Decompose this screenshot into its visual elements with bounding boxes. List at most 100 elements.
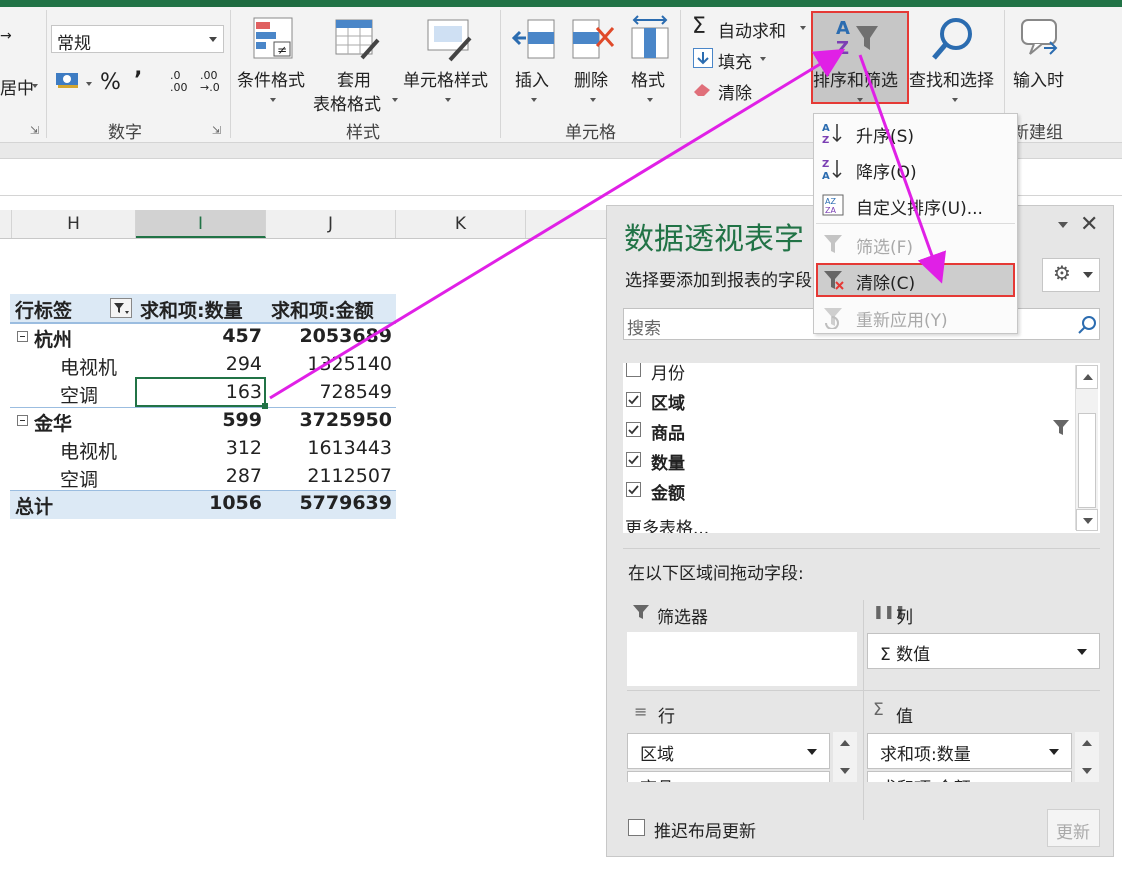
table-format-button-line2[interactable]: 表格格式 [313,90,381,115]
collapse-toggle-icon[interactable] [17,331,28,342]
pivot-amt-cell[interactable]: 3725950 [272,409,392,431]
field-checkbox[interactable] [626,422,641,437]
selected-cell-border[interactable] [135,377,266,407]
columns-item-values[interactable]: Σ 数值 [867,633,1100,669]
insert-button[interactable]: 插入 [515,66,549,91]
more-tables-link[interactable]: 更多表格... [625,514,709,533]
column-header-k[interactable]: K [396,210,526,238]
partial-wrap-icon[interactable]: → [0,28,12,44]
currency-format-icon[interactable] [55,70,81,88]
conditional-format-icon[interactable]: ≠ [252,16,294,66]
rows-item-product[interactable]: 商品 [627,771,830,782]
pivot-amt-cell[interactable]: 1325140 [272,353,392,375]
rows-scrollbar[interactable] [833,732,857,782]
clear-filter-icon [824,271,844,290]
menu-item-custom-sort[interactable]: AZ ZA 自定义排序(U)... [814,188,1017,222]
pivot-qty-cell[interactable]: 457 [142,325,262,347]
column-header-j[interactable]: J [266,210,396,238]
dialog-launcher-icon[interactable]: ⇲ [30,124,39,137]
panel-options-chevron-icon[interactable] [1058,222,1068,228]
table-format-icon[interactable] [334,18,380,66]
field-label[interactable]: 区域 [651,389,685,414]
pivot-qty-cell[interactable]: 287 [142,465,262,487]
column-header-row: H I J K [0,210,606,239]
chevron-down-icon[interactable] [1049,749,1059,755]
pivot-amt-cell[interactable]: 1613443 [272,437,392,459]
decrease-decimal-button[interactable]: .00 →.0 [200,70,226,94]
field-label[interactable]: 数量 [651,449,685,474]
pivot-group-label[interactable]: 杭州 [34,325,72,352]
comma-style-button[interactable]: ’ [134,68,142,93]
filter-drop-zone[interactable] [627,632,857,686]
input-time-button[interactable]: 输入时 [1013,66,1064,91]
scroll-thumb[interactable] [1078,413,1096,508]
chevron-down-icon [952,98,958,102]
table-format-button[interactable]: 套用 [337,66,371,91]
row-label-filter-icon[interactable] [110,298,132,318]
format-button[interactable]: 格式 [631,66,665,91]
search-icon[interactable] [1076,314,1098,336]
panel-settings-button[interactable]: ⚙ [1042,258,1100,292]
format-cells-icon[interactable] [628,14,672,66]
values-item-qty[interactable]: 求和项:数量 [867,733,1072,769]
conditional-format-button[interactable]: 条件格式 [237,66,305,91]
close-icon[interactable]: ✕ [1080,212,1098,237]
chevron-down-icon [86,82,92,86]
chevron-down-icon [800,26,806,30]
pivot-item-label[interactable]: 空调 [60,465,98,492]
sort-filter-button[interactable]: 排序和筛选 [813,66,898,91]
values-item-amt[interactable]: 求和项:金额 [867,771,1072,782]
values-scrollbar[interactable] [1075,732,1099,782]
field-label[interactable]: 月份 [651,363,685,384]
pivot-amt-cell[interactable]: 2053689 [272,325,392,347]
group-divider [680,10,681,138]
pivot-qty-cell[interactable]: 599 [142,409,262,431]
partial-merge-center-button[interactable]: 居中 [0,74,34,99]
menu-item-sort-ascending[interactable]: AZ 升序(S) [814,116,1017,150]
pivot-group-label[interactable]: 金华 [34,409,72,436]
field-checkbox[interactable] [626,363,641,377]
chevron-down-icon[interactable] [807,749,817,755]
field-label[interactable]: 商品 [651,419,685,444]
pivot-group-divider [10,407,396,408]
fill-handle[interactable] [262,403,268,409]
delete-cells-icon[interactable] [571,16,617,66]
clear-button[interactable]: 清除 [718,79,752,104]
increase-decimal-button[interactable]: .0 .00 [170,70,196,94]
collapse-toggle-icon[interactable] [17,415,28,426]
update-button[interactable]: 更新 [1047,809,1100,847]
menu-item-sort-descending[interactable]: ZA 降序(O) [814,152,1017,186]
field-label[interactable]: 金额 [651,479,685,504]
fill-button[interactable]: 填充 [718,48,752,73]
rows-item-region[interactable]: 区域 [627,733,830,769]
number-format-combo[interactable]: 常规 [51,25,224,54]
cell-style-icon[interactable] [426,18,472,66]
menu-item-clear[interactable]: 清除(C) [816,263,1015,297]
field-list-scrollbar[interactable] [1075,365,1098,531]
pivot-item-label[interactable]: 电视机 [60,353,117,380]
field-checkbox[interactable] [626,482,641,497]
scroll-down-button[interactable] [1076,509,1098,531]
cell-style-button[interactable]: 单元格样式 [403,66,488,91]
column-header-h[interactable]: H [12,210,136,238]
scroll-up-button[interactable] [1076,365,1098,389]
autosum-button[interactable]: 自动求和 [718,17,786,42]
field-checkbox[interactable] [626,392,641,407]
delete-button[interactable]: 删除 [574,66,608,91]
find-select-button[interactable]: 查找和选择 [909,66,994,91]
column-header-partial [0,210,12,238]
pivot-item-label[interactable]: 电视机 [60,437,117,464]
column-header-i[interactable]: I [136,210,266,238]
chevron-down-icon[interactable] [1077,649,1087,655]
field-checkbox[interactable] [626,452,641,467]
insert-cells-icon[interactable] [511,16,556,66]
pivot-amt-cell[interactable]: 2112507 [272,465,392,487]
pivot-qty-cell[interactable]: 294 [142,353,262,375]
percent-button[interactable]: % [100,70,121,95]
pivot-amt-cell[interactable]: 728549 [272,381,392,403]
rows-item-label: 商品 [640,774,674,782]
pivot-qty-cell[interactable]: 312 [142,437,262,459]
pivot-item-label[interactable]: 空调 [60,381,98,408]
defer-update-checkbox[interactable] [628,819,645,836]
dialog-launcher-icon[interactable]: ⇲ [212,124,221,137]
